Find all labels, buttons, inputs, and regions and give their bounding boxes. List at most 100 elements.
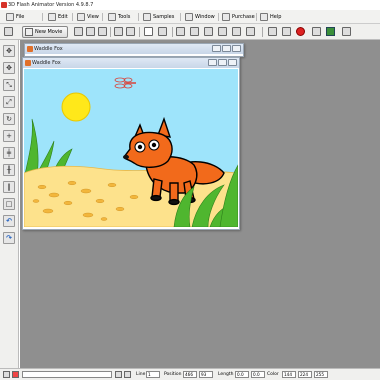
menu-bar: File Edit View Tools Samples Window Purc… [0, 10, 380, 24]
menu-divider [42, 13, 43, 21]
zoom-actual-icon[interactable] [246, 27, 255, 36]
menu-divider [180, 13, 181, 21]
layer-icon[interactable] [3, 371, 10, 378]
list-icon[interactable] [268, 27, 277, 36]
new-movie-button[interactable]: New Movie [22, 26, 68, 38]
edit-icon [48, 13, 56, 21]
window-back[interactable]: Waddle Fox [24, 43, 244, 57]
position-x-field[interactable]: 466 [183, 371, 197, 378]
scale-tool-icon[interactable]: ⤡ [3, 79, 15, 91]
menu-tools[interactable]: Tools [108, 12, 130, 22]
folder-icon[interactable] [86, 27, 95, 36]
view-icon [77, 13, 85, 21]
move-tool-alt-icon[interactable]: ✥ [3, 62, 15, 74]
menu-divider [218, 13, 219, 21]
zoom-icon[interactable] [232, 27, 241, 36]
purchase-icon [222, 13, 230, 21]
maximize-icon[interactable] [222, 45, 231, 52]
length-y-field[interactable]: 0.0 [251, 371, 265, 378]
toolbar-grip-icon [4, 27, 13, 36]
minimize-icon[interactable] [208, 59, 217, 66]
animation-canvas[interactable] [24, 69, 238, 227]
save-status-icon[interactable] [115, 371, 122, 378]
menu-file[interactable]: File [6, 12, 24, 22]
settings-icon[interactable] [342, 27, 351, 36]
color-r-field[interactable]: 144 [282, 371, 296, 378]
tools-icon [108, 13, 116, 21]
toolbar-divider [110, 27, 111, 37]
crop-icon[interactable] [176, 27, 185, 36]
toolbar-divider [262, 27, 263, 37]
tool-palette: ✥ ✥ ⤡ ⤢ ↻ + ╪ ╫ ‖ □ ↶ ↷ [0, 40, 19, 368]
close-icon[interactable] [232, 45, 241, 52]
menu-divider [256, 13, 257, 21]
line-field[interactable]: 1 [146, 371, 160, 378]
move-tool-icon[interactable]: ✥ [3, 45, 15, 57]
redo-icon[interactable]: ↷ [3, 232, 15, 244]
main-toolbar: New Movie [0, 24, 380, 40]
menu-view[interactable]: View [77, 12, 99, 22]
stop-icon[interactable] [296, 27, 305, 36]
image-icon[interactable] [98, 27, 107, 36]
copy-icon[interactable] [126, 27, 135, 36]
zoom-fit-icon[interactable] [218, 27, 227, 36]
window-icon [185, 13, 193, 21]
window-icon [27, 46, 33, 52]
sun [61, 92, 91, 122]
position-label: Position [164, 372, 182, 377]
frames-icon[interactable] [282, 27, 291, 36]
window-front[interactable]: Waddle Fox [22, 57, 240, 230]
line-label: Line [136, 372, 146, 377]
name-field[interactable] [22, 371, 112, 378]
toolbar-divider [172, 27, 173, 37]
menu-divider [138, 13, 139, 21]
rectangle-tool-icon[interactable]: □ [3, 198, 15, 210]
help-icon [260, 13, 268, 21]
menu-samples[interactable]: Samples [143, 12, 174, 22]
menu-divider [102, 13, 103, 21]
select-frame-icon[interactable] [144, 27, 153, 36]
menu-divider [72, 13, 73, 21]
grid-icon[interactable] [158, 27, 167, 36]
status-bar: Line 1 Position 466 93 Length 0.0 0.0 Co… [0, 368, 380, 380]
color-g-field[interactable]: 224 [298, 371, 312, 378]
file-icon [6, 13, 14, 21]
close-icon[interactable] [228, 59, 237, 66]
export-status-icon[interactable] [124, 371, 131, 378]
toolbar-divider [139, 27, 140, 37]
undo-icon[interactable]: ↶ [3, 215, 15, 227]
timeline-icon[interactable] [312, 27, 321, 36]
menu-edit[interactable]: Edit [48, 12, 68, 22]
workspace: Waddle Fox Waddle Fox [20, 40, 380, 368]
window-icon [25, 60, 31, 66]
window-back-titlebar[interactable]: Waddle Fox [25, 44, 243, 54]
distort-tool-icon[interactable]: ⤢ [3, 96, 15, 108]
center-tool-icon[interactable]: ╪ [3, 147, 15, 159]
menu-help[interactable]: Help [260, 12, 281, 22]
app-title-bar: 3D Flash Animator Version 4.9.8.7 [0, 0, 380, 10]
record-icon[interactable] [12, 371, 19, 378]
new-movie-icon [25, 28, 33, 36]
length-label: Length [218, 372, 234, 377]
window-front-titlebar[interactable]: Waddle Fox [23, 58, 239, 68]
zoom-in-icon[interactable] [190, 27, 199, 36]
menu-purchase[interactable]: Purchase [222, 12, 255, 22]
zoom-out-icon[interactable] [204, 27, 213, 36]
position-y-field[interactable]: 93 [199, 371, 213, 378]
app-title: 3D Flash Animator Version 4.9.8.7 [8, 2, 94, 8]
save-file-icon[interactable] [114, 27, 123, 36]
fill-icon[interactable] [326, 27, 335, 36]
column-tool-icon[interactable]: ‖ [3, 181, 15, 193]
menu-window[interactable]: Window [185, 12, 215, 22]
color-b-field[interactable]: 255 [314, 371, 328, 378]
align-tool-icon[interactable]: ╫ [3, 164, 15, 176]
crosshair-tool-icon[interactable]: + [3, 130, 15, 142]
rotate-tool-icon[interactable]: ↻ [3, 113, 15, 125]
save-icon[interactable] [74, 27, 83, 36]
samples-icon [143, 13, 151, 21]
maximize-icon[interactable] [218, 59, 227, 66]
length-x-field[interactable]: 0.0 [235, 371, 249, 378]
minimize-icon[interactable] [212, 45, 221, 52]
app-icon [1, 2, 7, 8]
color-label: Color [267, 372, 279, 377]
